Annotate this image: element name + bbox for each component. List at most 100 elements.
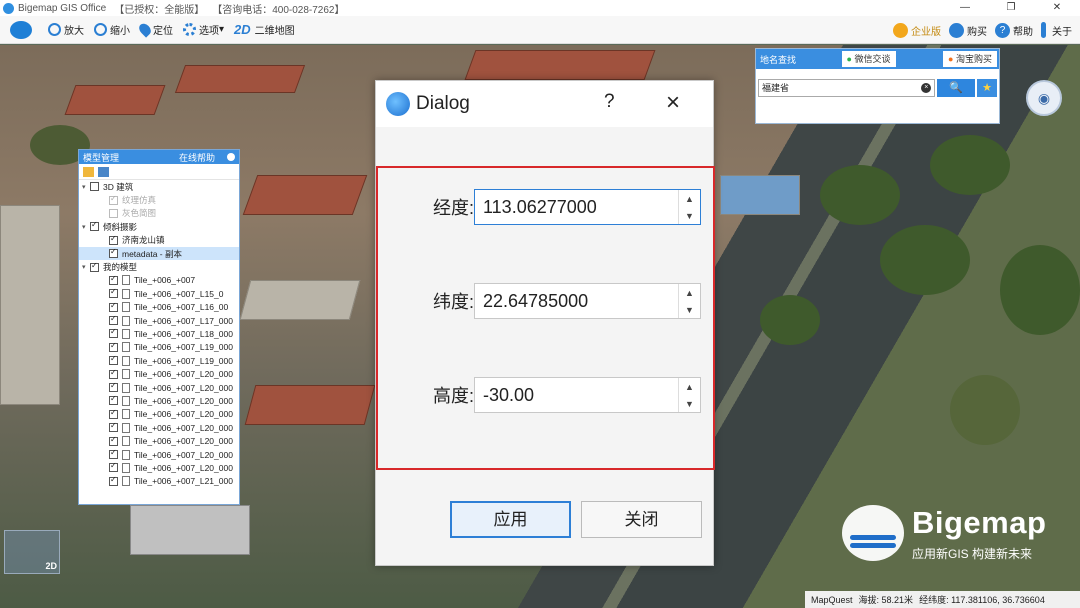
map-mode-button[interactable]: 2D 二维地图 — [234, 22, 295, 37]
minimize-icon[interactable]: — — [942, 0, 988, 16]
model-tree-item[interactable]: Tile_+006_+007_L17_000 — [79, 314, 239, 327]
restore-icon[interactable]: ❐ — [988, 0, 1034, 16]
longitude-spinbox[interactable]: 113.06277000 ▲ ▼ — [474, 189, 701, 225]
place-search-input[interactable]: 福建省 × — [758, 79, 936, 97]
tree-checkbox[interactable] — [109, 287, 118, 299]
search-button[interactable]: 🔍 — [937, 79, 976, 97]
model-tree-item[interactable]: 纹理仿真 — [79, 193, 239, 206]
tree-checkbox[interactable] — [109, 475, 118, 486]
model-tree-item[interactable]: Tile_+006_+007_L16_00 — [79, 301, 239, 314]
enterprise-button[interactable]: 企业版 — [893, 22, 941, 38]
dialog-close-icon[interactable]: × — [666, 89, 680, 117]
model-tree-item[interactable]: Tile_+006_+007_L20_000 — [79, 448, 239, 461]
model-tree-item[interactable]: Tile_+006_+007_L15_0 — [79, 287, 239, 300]
bigemap-brand: Bigemap 应用新GIS 构建新未来 — [842, 505, 1062, 565]
dialog-help-icon[interactable]: ? — [604, 91, 615, 113]
about-button[interactable]: 关于 — [1041, 22, 1072, 38]
tree-checkbox[interactable] — [90, 261, 99, 272]
bigemap-logo-icon[interactable] — [10, 20, 32, 39]
zoom-out-button[interactable]: 缩小 — [94, 22, 130, 37]
altitude-value[interactable]: -30.00 — [475, 385, 678, 406]
spin-up-icon[interactable]: ▲ — [685, 288, 694, 298]
longitude-value[interactable]: 113.06277000 — [475, 197, 678, 218]
map-building — [244, 385, 376, 425]
altitude-spinbox[interactable]: -30.00 ▲ ▼ — [474, 377, 701, 413]
model-tree-item[interactable]: Tile_+006_+007_L20_000 — [79, 421, 239, 434]
clear-search-icon[interactable]: × — [921, 83, 932, 93]
spin-up-icon[interactable]: ▲ — [685, 194, 694, 204]
taobao-buy-button[interactable]: ● 淘宝购买 — [943, 51, 997, 67]
spin-up-icon[interactable]: ▲ — [685, 382, 694, 392]
navigation-compass-icon[interactable]: ◉ — [1026, 80, 1062, 116]
tree-item-label: Tile_+006_+007_L20_000 — [134, 462, 233, 473]
tree-checkbox[interactable] — [109, 327, 118, 339]
star-icon: ★ — [982, 82, 992, 94]
latitude-spinbox[interactable]: 22.64785000 ▲ ▼ — [474, 283, 701, 319]
model-tree-item[interactable]: Tile_+006_+007_L19_000 — [79, 341, 239, 354]
model-management-panel: 模型管理 在线帮助 ▾ 3D 建筑纹理仿真灰色简图 ▾ 倾斜摄影济南龙山镇 metada… — [78, 149, 240, 505]
spin-down-icon[interactable]: ▼ — [685, 305, 694, 315]
model-tree-item[interactable]: ▾ 我的模型 — [79, 260, 239, 273]
model-tree-item[interactable]: Tile_+006_+007_L20_000 — [79, 461, 239, 474]
tree-checkbox[interactable] — [109, 368, 118, 379]
tree-checkbox[interactable] — [90, 182, 99, 192]
model-tree-item[interactable]: ▾ 3D 建筑 — [79, 180, 239, 193]
minimap[interactable]: 2D — [4, 530, 60, 574]
tree-checkbox[interactable] — [109, 354, 118, 366]
tree-checkbox[interactable] — [109, 461, 118, 473]
tree-checkbox[interactable] — [109, 435, 118, 446]
map-tree — [880, 225, 970, 295]
map-building — [239, 280, 361, 320]
tree-checkbox[interactable] — [109, 341, 118, 352]
model-tree-item[interactable]: Tile_+006_+007_L21_000 — [79, 475, 239, 488]
tree-checkbox[interactable] — [109, 394, 118, 406]
apply-button[interactable]: 应用 — [450, 501, 571, 538]
buy-button[interactable]: 购买 — [949, 22, 987, 38]
model-tree-item[interactable]: Tile_+006_+007_L20_000 — [79, 408, 239, 421]
model-tree-item[interactable]: ▾ 倾斜摄影 — [79, 220, 239, 233]
expand-chevron-icon[interactable]: ▾ — [82, 263, 90, 271]
tree-checkbox[interactable] — [109, 301, 118, 312]
help-button[interactable]: ? 帮助 — [995, 22, 1033, 38]
latitude-value[interactable]: 22.64785000 — [475, 291, 678, 312]
expand-chevron-icon[interactable]: ▾ — [82, 183, 90, 191]
online-help-link[interactable]: 在线帮助 — [179, 151, 215, 164]
model-tree-item[interactable]: Tile_+006_+007_L19_000 — [79, 354, 239, 367]
model-tree-item[interactable]: Tile_+006_+007_L18_000 — [79, 327, 239, 340]
tree-item-label: Tile_+006_+007 — [134, 275, 196, 286]
zoom-in-button[interactable]: 放大 — [48, 22, 84, 37]
favorite-button[interactable]: ★ — [977, 79, 997, 97]
tree-checkbox[interactable] — [109, 381, 118, 393]
model-tree-item[interactable]: Tile_+006_+007 — [79, 274, 239, 287]
spin-down-icon[interactable]: ▼ — [685, 399, 694, 409]
expand-chevron-icon[interactable]: ▾ — [82, 223, 90, 231]
options-button[interactable]: 选项 ▾ — [183, 22, 224, 37]
tree-item-label: 倾斜摄影 — [103, 221, 138, 232]
tree-checkbox[interactable] — [109, 247, 118, 259]
save-icon[interactable] — [98, 166, 109, 177]
model-tree-item[interactable]: Tile_+006_+007_L20_000 — [79, 367, 239, 380]
window-close-icon[interactable]: ✕ — [1034, 0, 1080, 16]
tree-checkbox[interactable] — [109, 314, 118, 326]
open-folder-icon[interactable] — [83, 166, 94, 177]
tree-checkbox[interactable] — [109, 421, 118, 433]
model-tree-item[interactable]: metadata - 副本 — [79, 246, 239, 261]
close-button[interactable]: 关闭 — [581, 501, 702, 538]
spin-down-icon[interactable]: ▼ — [685, 211, 694, 221]
model-tree-item[interactable]: Tile_+006_+007_L20_000 — [79, 434, 239, 447]
model-tree-item[interactable]: 济南龙山镇 — [79, 234, 239, 247]
model-tree-item[interactable]: Tile_+006_+007_L20_000 — [79, 381, 239, 394]
collapse-icon[interactable] — [227, 153, 235, 161]
wechat-chat-button[interactable]: ● 微信交谈 — [841, 51, 896, 67]
file-icon — [122, 275, 130, 286]
locate-button[interactable]: 定位 — [136, 21, 173, 38]
tree-checkbox[interactable] — [109, 448, 118, 459]
tree-checkbox[interactable] — [109, 408, 118, 419]
tree-checkbox[interactable] — [109, 274, 118, 285]
tree-checkbox[interactable] — [109, 234, 118, 245]
map-building — [130, 505, 250, 555]
model-tree-item[interactable]: Tile_+006_+007_L20_000 — [79, 394, 239, 407]
latitude-row: 纬度: 22.64785000 ▲ ▼ — [376, 283, 715, 319]
model-tree-item[interactable]: 灰色简图 — [79, 207, 239, 220]
tree-checkbox[interactable] — [90, 220, 99, 232]
